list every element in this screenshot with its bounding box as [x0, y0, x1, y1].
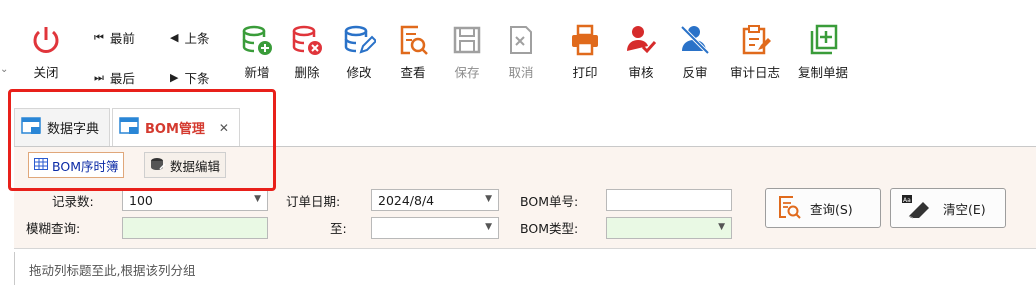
prev-record-button[interactable]: ◀ 上条 — [170, 28, 209, 47]
dropdown-arrow-icon: ▼ — [254, 194, 261, 204]
bom-number-label: BOM单号: — [520, 194, 579, 209]
close-label: 关闭 — [33, 65, 59, 80]
audit-log-button[interactable]: 审计日志 — [726, 0, 784, 92]
svg-text:Aa: Aa — [903, 197, 911, 204]
next-arrow-icon: ▶ — [170, 71, 179, 84]
group-by-panel[interactable]: 拖动列标题至此,根据该列分组 — [14, 252, 1036, 285]
add-button[interactable]: 新增 — [236, 0, 278, 92]
window-icon — [119, 116, 139, 139]
collapse-chevron-icon[interactable]: ⌄ — [0, 64, 8, 75]
database-edit-icon — [339, 20, 379, 60]
order-date-from-field[interactable]: 2024/8/4 ▼ — [371, 189, 499, 211]
toolbar: ⌄ 关闭 ⏮ 最前 ◀ 上条 ⏭ 最后 ▶ 下条 新增 删除 修改 查看 保存 … — [0, 0, 1036, 92]
tab-bom-list[interactable]: BOM序时簿 — [28, 152, 125, 178]
clear-button[interactable]: Aa 清空(E) — [890, 188, 1006, 228]
bom-number-input[interactable] — [606, 189, 732, 211]
cancel-button[interactable]: 取消 — [500, 0, 542, 92]
close-button[interactable]: 关闭 — [26, 0, 66, 92]
eraser-icon: Aa — [901, 194, 935, 223]
grid-icon — [34, 157, 48, 173]
audit-log-icon — [735, 20, 775, 60]
fuzzy-search-label: 模糊查询: — [26, 221, 81, 236]
sub-tabs-bar: BOM序时簿 数据编辑 — [14, 146, 1036, 183]
prev-arrow-icon: ◀ — [170, 31, 179, 44]
save-button[interactable]: 保存 — [446, 0, 488, 92]
copy-document-button[interactable]: 复制单据 — [794, 0, 852, 92]
last-arrow-icon: ⏭ — [94, 70, 104, 84]
first-record-button[interactable]: ⏮ 最前 — [94, 28, 135, 47]
database-add-icon — [237, 20, 277, 60]
view-button[interactable]: 查看 — [392, 0, 434, 92]
dropdown-arrow-icon: ▼ — [485, 222, 492, 232]
view-document-icon — [393, 20, 433, 60]
record-count-select[interactable]: 100 ▼ — [122, 189, 268, 211]
save-icon — [447, 20, 487, 60]
delete-button[interactable]: 删除 — [286, 0, 328, 92]
unapprove-user-icon — [675, 20, 715, 60]
dropdown-arrow-icon: ▼ — [718, 222, 725, 232]
unapprove-button[interactable]: 反审 — [674, 0, 716, 92]
printer-icon — [565, 20, 605, 60]
document-tabs: 数据字典 BOM管理 ✕ — [14, 108, 240, 146]
dropdown-arrow-icon: ▼ — [485, 194, 492, 204]
group-by-hint: 拖动列标题至此,根据该列分组 — [29, 263, 196, 278]
copy-document-icon — [803, 20, 843, 60]
fuzzy-search-input[interactable] — [122, 217, 268, 239]
data-edit-icon — [150, 157, 166, 174]
next-record-button[interactable]: ▶ 下条 — [170, 68, 209, 87]
close-tab-icon[interactable]: ✕ — [219, 121, 229, 135]
approve-button[interactable]: 审核 — [620, 0, 662, 92]
last-record-button[interactable]: ⏭ 最后 — [94, 68, 135, 87]
bom-type-select[interactable]: ▼ — [606, 217, 732, 239]
record-count-label: 记录数: — [52, 194, 94, 209]
bom-type-label: BOM类型: — [520, 221, 579, 236]
approve-user-icon — [621, 20, 661, 60]
cancel-icon — [501, 20, 541, 60]
tab-bom-management[interactable]: BOM管理 ✕ — [112, 108, 240, 146]
database-delete-icon — [287, 20, 327, 60]
tab-data-dictionary[interactable]: 数据字典 — [14, 108, 111, 146]
date-to-label: 至: — [330, 221, 347, 236]
search-document-icon — [776, 194, 802, 223]
tab-data-edit[interactable]: 数据编辑 — [144, 152, 227, 178]
order-date-label: 订单日期: — [286, 194, 341, 209]
window-icon — [21, 116, 41, 139]
search-button[interactable]: 查询(S) — [765, 188, 881, 228]
power-icon — [26, 20, 66, 60]
query-panel: 记录数: 100 ▼ 模糊查询: 订单日期: 2024/8/4 ▼ 至: ▼ B… — [14, 182, 1036, 249]
order-date-to-field[interactable]: ▼ — [371, 217, 499, 239]
first-arrow-icon: ⏮ — [94, 30, 104, 44]
print-button[interactable]: 打印 — [564, 0, 606, 92]
edit-button[interactable]: 修改 — [338, 0, 380, 92]
